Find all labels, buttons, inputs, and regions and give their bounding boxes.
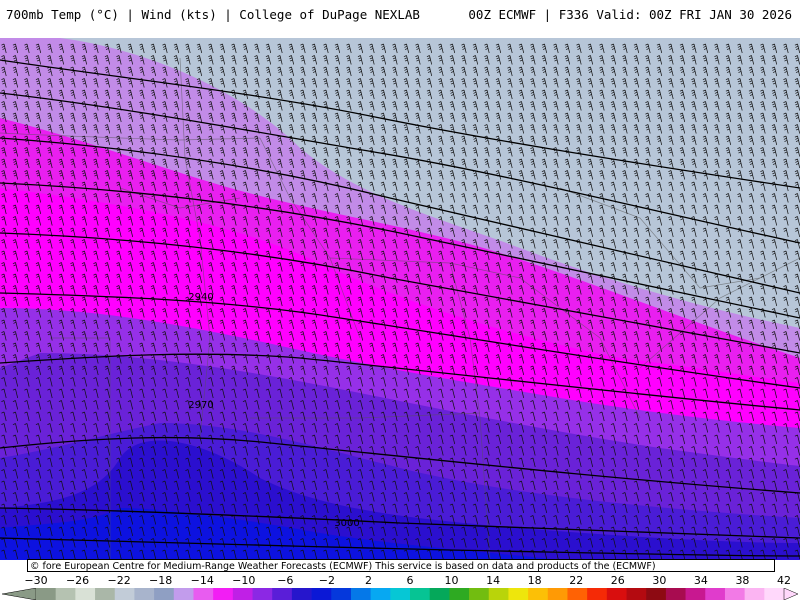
colorbar-tick-label: 42 bbox=[777, 574, 791, 587]
colorbar-swatch bbox=[252, 588, 273, 600]
colorbar-tick-label: 30 bbox=[652, 574, 667, 587]
colorbar-tick-labels: −30 −26 −22 −18 −14 −10 −6 −2 2 6 10 14 18 22 26 30 34 38… bbox=[0, 572, 800, 588]
colorbar-tick-label: 34 bbox=[693, 574, 708, 587]
colorbar-swatch bbox=[744, 588, 765, 600]
colorbar-swatch bbox=[193, 588, 214, 600]
weather-map[interactable]: 2940 2970 3000 bbox=[0, 38, 800, 560]
colorbar-swatch bbox=[95, 588, 116, 600]
colorbar-tick-label: −10 bbox=[232, 574, 256, 587]
colorbar-swatch bbox=[311, 588, 332, 600]
colorbar-swatch bbox=[606, 588, 627, 600]
colorbar-swatch bbox=[331, 588, 352, 600]
colorbar-tick-label: −26 bbox=[65, 574, 90, 587]
colorbar-tick-label: 26 bbox=[610, 574, 625, 587]
colorbar-tick-label: −14 bbox=[190, 574, 214, 587]
colorbar-swatch bbox=[114, 588, 135, 600]
colorbar-tick-label: 6 bbox=[406, 574, 414, 587]
colorbar-tick-label: −22 bbox=[107, 574, 131, 587]
colorbar-swatch bbox=[410, 588, 431, 600]
colorbar-swatch bbox=[488, 588, 509, 600]
colorbar-swatch bbox=[547, 588, 568, 600]
colorbar-swatch bbox=[272, 588, 293, 600]
colorbar-swatch bbox=[587, 588, 608, 600]
colorbar-swatch bbox=[350, 588, 372, 600]
contour-label-h2970: 2970 bbox=[188, 400, 213, 411]
colorbar-swatch bbox=[36, 588, 57, 600]
header-bar: 700mb Temp (°C) | Wind (kts) | College o… bbox=[0, 0, 800, 38]
colorbar-swatch bbox=[705, 588, 726, 600]
colorbar-swatch bbox=[429, 588, 450, 600]
colorbar-tick-label: −6 bbox=[277, 574, 294, 587]
colorbar-swatch bbox=[370, 588, 391, 600]
colorbar-swatch bbox=[75, 588, 96, 600]
colorbar-swatch bbox=[567, 588, 588, 600]
colorbar-swatch bbox=[55, 588, 76, 600]
colorbar-swatch bbox=[232, 588, 253, 600]
colorbar-swatch bbox=[173, 588, 194, 600]
colorbar-right-arrow bbox=[783, 588, 799, 600]
colorbar-tick-label: 10 bbox=[444, 574, 459, 587]
colorbar-tick-label: −2 bbox=[318, 574, 335, 587]
colorbar-tick-label: 18 bbox=[527, 574, 542, 587]
map-canvas: 2940 2970 3000 bbox=[0, 38, 800, 560]
colorbar-swatch bbox=[646, 588, 667, 600]
colorbar-tick-label: 2 bbox=[364, 574, 372, 587]
colorbar-strip bbox=[1, 588, 799, 600]
colorbar-swatch bbox=[508, 588, 529, 600]
contour-label-h2940: 2940 bbox=[188, 292, 213, 303]
colorbar-swatch bbox=[724, 588, 746, 600]
colorbar-swatch bbox=[134, 588, 155, 600]
colorbar-tick-label: 22 bbox=[569, 574, 584, 587]
map-title: 700mb Temp (°C) | Wind (kts) | College o… bbox=[6, 7, 420, 22]
colorbar-swatch bbox=[213, 588, 234, 600]
colorbar-left-arrow bbox=[1, 588, 37, 600]
colorbar-swatch bbox=[390, 588, 411, 600]
colorbar-swatch bbox=[469, 588, 490, 600]
contour-label-h3000: 3000 bbox=[334, 518, 359, 529]
colorbar-swatch bbox=[154, 588, 175, 600]
copyright-notice: © fore European Centre for Medium-Range … bbox=[27, 559, 775, 572]
colorbar-swatch bbox=[626, 588, 647, 600]
colorbar-swatch bbox=[665, 588, 686, 600]
colorbar-tick-label: 38 bbox=[735, 574, 750, 587]
colorbar-swatch bbox=[685, 588, 706, 600]
colorbar-tick-label: −30 bbox=[24, 574, 48, 587]
run-valid-time: 00Z ECMWF | F336 Valid: 00Z FRI JAN 30 2… bbox=[468, 7, 792, 22]
colorbar-swatch bbox=[764, 588, 785, 600]
colorbar-swatch bbox=[291, 588, 312, 600]
temperature-colorbar: −30 −26 −22 −18 −14 −10 −6 −2 2 6 10 14 18 22 26 30 34 38… bbox=[0, 572, 800, 600]
colorbar-tick-label: 14 bbox=[486, 574, 501, 587]
colorbar-tick-label: −18 bbox=[149, 574, 173, 587]
colorbar-swatch bbox=[528, 588, 549, 600]
colorbar-swatch bbox=[449, 588, 470, 600]
